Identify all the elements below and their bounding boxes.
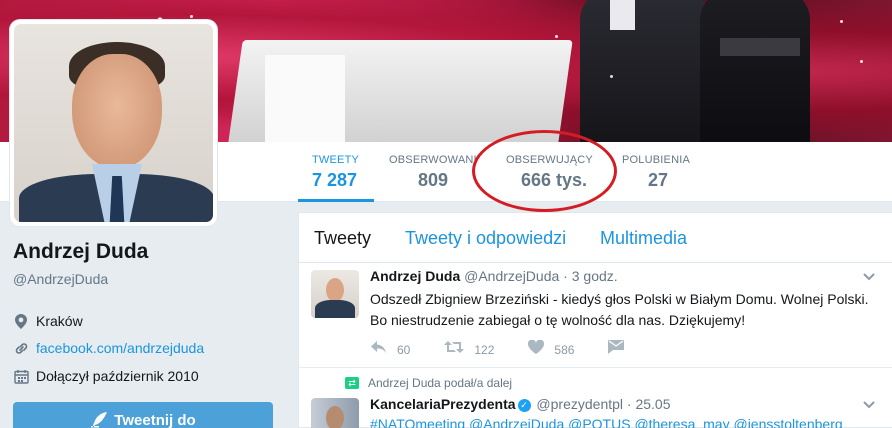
tab-tweets[interactable]: Tweety	[314, 228, 371, 249]
timeline-tabs: Tweety Tweety i odpowiedzi Multimedia	[299, 213, 892, 263]
direct-message-button[interactable]	[608, 340, 634, 359]
tweet-text: Odszedł Zbigniew Brzeziński - kiedyś gło…	[370, 291, 869, 328]
tweet-author-name[interactable]: Andrzej Duda	[370, 268, 460, 284]
location-text: Kraków	[36, 313, 83, 329]
red-annotation-circle	[472, 130, 617, 212]
retweet-count: 122	[474, 342, 495, 357]
tweet-author-name[interactable]: KancelariaPrezydenta	[370, 396, 516, 412]
stat-label: TWEETY	[312, 154, 360, 166]
profile-handle[interactable]: @AndrzejDuda	[13, 271, 108, 287]
retweet-icon	[444, 340, 465, 359]
tweet-author-avatar[interactable]	[311, 270, 359, 318]
tweet-timestamp[interactable]: 25.05	[635, 396, 670, 412]
tweet-actions: 60 122 586	[370, 339, 668, 359]
stat-value: 27	[647, 170, 669, 190]
retweet-context: ⇄ Andrzej Duda podał/a dalej	[345, 376, 512, 390]
tab-media[interactable]: Multimedia	[600, 228, 687, 249]
map-pin-icon	[13, 313, 29, 329]
tweet-to-button[interactable]: Tweetnij do	[13, 402, 273, 428]
quill-icon	[90, 412, 108, 428]
like-button[interactable]: 586	[528, 339, 575, 359]
like-count: 586	[554, 342, 575, 357]
tweet-author-handle[interactable]: @AndrzejDuda	[464, 268, 559, 284]
tweet-timestamp[interactable]: 3 godz.	[572, 268, 618, 284]
stat-label: OBSERWOWANI	[389, 154, 477, 166]
reply-count: 60	[397, 342, 411, 357]
tweet-separator: ·	[563, 268, 568, 284]
banner-figure-belt	[720, 38, 800, 56]
profile-joined: Dołączył październik 2010	[13, 368, 199, 384]
banner-figure-left	[580, 0, 710, 142]
tweet-author-handle[interactable]: @prezydentpl	[536, 396, 623, 412]
joined-text: Dołączył październik 2010	[36, 368, 199, 384]
reply-icon	[370, 340, 387, 359]
tweet-item[interactable]: Andrzej Duda @AndrzejDuda · 3 godz. Odsz…	[299, 264, 892, 368]
stat-tweets[interactable]: TWEETY 7 287	[298, 154, 374, 202]
tweet-to-label: Tweetnij do	[114, 412, 196, 428]
website-link[interactable]: facebook.com/andrzejduda	[36, 340, 204, 356]
calendar-icon	[13, 368, 29, 384]
tweet-separator: ·	[626, 396, 632, 412]
profile-location: Kraków	[13, 313, 83, 329]
retweet-icon: ⇄	[345, 377, 359, 389]
tweet-text[interactable]: #NATOmeeting @AndrzejDuda @POTUS @theres…	[370, 416, 843, 428]
chevron-down-icon[interactable]	[863, 396, 875, 412]
stat-label: POLUBIENIA	[622, 154, 691, 166]
retweet-button[interactable]: 122	[444, 340, 494, 359]
tab-tweets-and-replies[interactable]: Tweety i odpowiedzi	[405, 228, 566, 249]
profile-avatar[interactable]	[10, 20, 217, 226]
verified-badge-icon: ✓	[517, 399, 531, 412]
avatar-photo	[14, 24, 213, 222]
profile-website: facebook.com/andrzejduda	[13, 340, 204, 356]
heart-icon	[528, 339, 545, 359]
reply-button[interactable]: 60	[370, 340, 410, 359]
tweet-header: Andrzej Duda @AndrzejDuda · 3 godz.	[370, 268, 618, 284]
banner-figure-right	[700, 0, 810, 142]
direct-message-icon	[608, 340, 625, 359]
stat-value: 809	[417, 170, 449, 190]
chevron-down-icon[interactable]	[863, 268, 875, 284]
timeline: Tweety Tweety i odpowiedzi Multimedia An…	[298, 212, 892, 428]
tweet-item[interactable]: ⇄ Andrzej Duda podał/a dalej KancelariaP…	[299, 368, 892, 428]
stat-following[interactable]: OBSERWOWANI 809	[389, 154, 477, 200]
retweet-context-text[interactable]: Andrzej Duda podał/a dalej	[368, 376, 512, 390]
tweet-author-avatar[interactable]	[311, 398, 359, 428]
stat-value: 7 287	[312, 170, 358, 190]
banner-podium-front	[265, 55, 345, 142]
profile-name[interactable]: Andrzej Duda	[13, 240, 148, 264]
tweet-header: KancelariaPrezydenta ✓ @prezydentpl · 25.…	[370, 396, 671, 412]
link-icon	[13, 340, 29, 356]
stat-likes[interactable]: POLUBIENIA 27	[622, 154, 694, 200]
